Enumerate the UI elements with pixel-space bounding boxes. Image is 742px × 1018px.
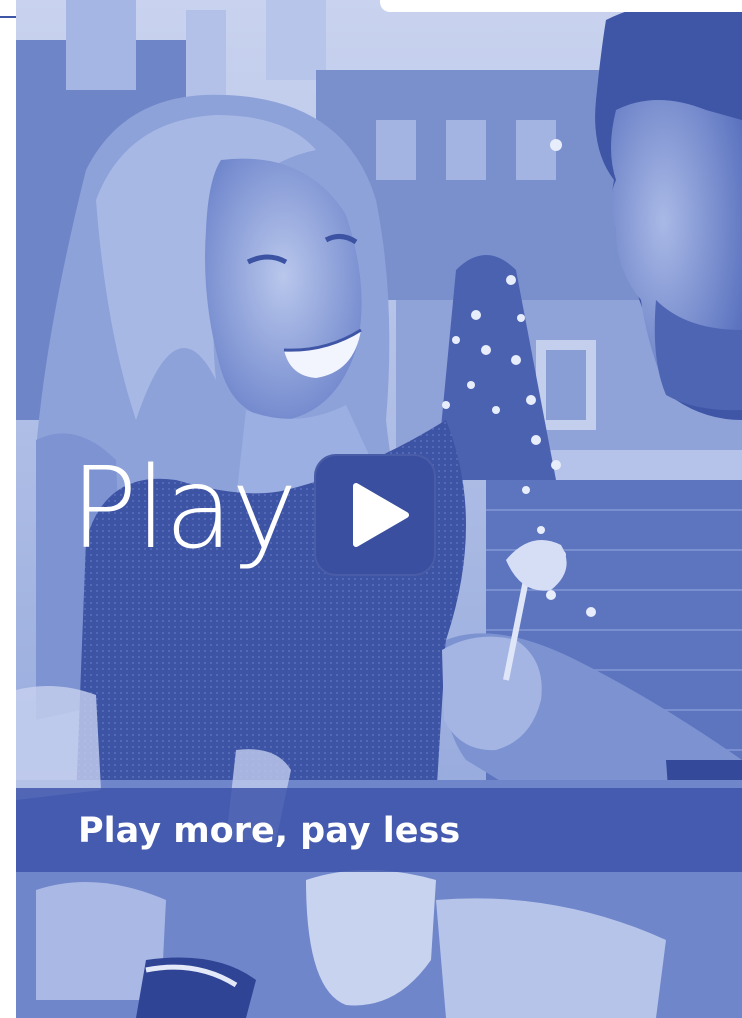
top-edge-cutout bbox=[380, 0, 742, 12]
corner-rule bbox=[0, 0, 16, 18]
tagline-text: Play more, pay less bbox=[78, 811, 461, 851]
play-button-badge bbox=[314, 454, 436, 576]
play-logo-text: Play bbox=[70, 444, 298, 574]
play-advert-poster: Play Play more, pay less bbox=[0, 0, 742, 1018]
play-triangle-icon bbox=[353, 483, 409, 547]
